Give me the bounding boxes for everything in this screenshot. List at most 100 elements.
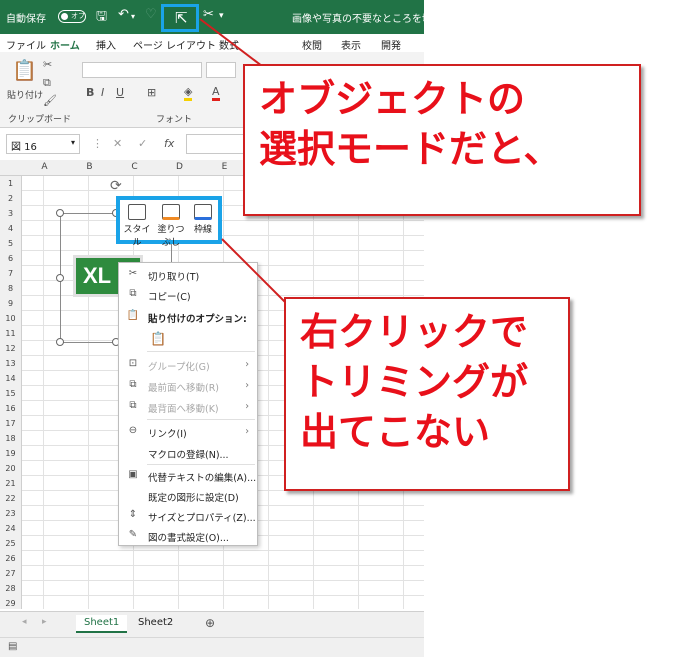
font-group-label: フォント [156, 115, 193, 125]
menu-item-size-properties[interactable]: ⇕ サイズとプロパティ(Z)... [119, 506, 257, 526]
row-header[interactable]: 23 [0, 509, 21, 518]
menu-item-set-default[interactable]: 既定の図形に設定(D) [119, 486, 257, 506]
paste-button-label[interactable]: 貼り付け [7, 88, 43, 101]
italic-icon[interactable]: I [101, 86, 104, 99]
name-box[interactable]: 図 16 ▾ [6, 134, 80, 154]
menu-item-link[interactable]: ⊖ リンク(I) › [119, 422, 257, 442]
resize-handle[interactable] [56, 338, 64, 346]
fill-button[interactable]: 塗りつ ぶし [156, 204, 186, 248]
row-header[interactable]: 6 [0, 254, 21, 263]
undo-dropdown-icon[interactable]: ▾ [131, 12, 135, 21]
column-header[interactable]: C [112, 162, 157, 172]
scroll-left-icon[interactable]: ◂ [22, 617, 27, 627]
ribbon-tabs: ファイル ホーム 挿入 ページ レイアウト 数式 校閲 表示 開発 [0, 34, 424, 55]
menu-separator [147, 464, 255, 465]
column-header[interactable]: B [67, 162, 112, 172]
row-header[interactable]: 29 [0, 599, 21, 608]
undo-icon[interactable]: ↶ [118, 7, 129, 22]
scroll-right-icon[interactable]: ▸ [42, 617, 47, 627]
row-header[interactable]: 14 [0, 374, 21, 383]
sheet-tab[interactable]: Sheet2 [130, 615, 181, 633]
paste-option-button[interactable]: 📋 [119, 329, 257, 349]
tab-insert[interactable]: 挿入 [96, 37, 116, 52]
row-header[interactable]: 12 [0, 344, 21, 353]
menu-item-assign-macro[interactable]: マクロの登録(N)... [119, 443, 257, 463]
link-icon: ⊖ [128, 425, 138, 436]
select-objects-button[interactable]: ⇱ [161, 4, 199, 32]
row-header[interactable]: 7 [0, 269, 21, 278]
row-header[interactable]: 16 [0, 404, 21, 413]
qat-customize-icon[interactable]: ▾ [219, 11, 224, 21]
row-header[interactable]: 19 [0, 449, 21, 458]
row-header[interactable]: 2 [0, 194, 21, 203]
menu-separator [147, 351, 255, 352]
font-name-box[interactable] [82, 62, 202, 78]
row-header[interactable]: 3 [0, 209, 21, 218]
row-header[interactable]: 11 [0, 329, 21, 338]
menu-item-alt-text[interactable]: ▣ 代替テキストの編集(A)... [119, 466, 257, 486]
resize-handle[interactable] [56, 209, 64, 217]
borders-icon[interactable]: ⊞ [147, 86, 156, 99]
save-icon[interactable]: 🖫 [96, 7, 107, 29]
row-header[interactable]: 15 [0, 389, 21, 398]
bring-forward-icon: ⧉ [129, 379, 137, 390]
sheet-tab[interactable]: Sheet1 [76, 615, 128, 633]
cut-icon[interactable]: ✂ [43, 58, 52, 71]
tab-developer[interactable]: 開発 [381, 37, 401, 52]
copy-icon: ⧉ [129, 288, 137, 299]
copy-icon[interactable]: ⧉ [43, 76, 51, 90]
column-header[interactable]: E [202, 162, 247, 172]
menu-item-format-picture[interactable]: ✎ 図の書式設定(O)... [119, 526, 257, 546]
row-header[interactable]: 9 [0, 299, 21, 308]
row-header[interactable]: 22 [0, 494, 21, 503]
menu-item-copy[interactable]: ⧉ コピー(C) [119, 285, 257, 305]
font-color-icon[interactable]: A [212, 85, 220, 101]
crop-tool-icon[interactable]: ✂ [203, 7, 214, 22]
menu-item-cut[interactable]: ✂ 切り取り(T) [119, 265, 257, 285]
row-header[interactable]: 21 [0, 479, 21, 488]
row-header[interactable]: 1 [0, 179, 21, 188]
column-header[interactable]: A [22, 162, 67, 172]
row-header[interactable]: 18 [0, 434, 21, 443]
tab-formulas[interactable]: 数式 [219, 37, 239, 52]
row-header[interactable]: 20 [0, 464, 21, 473]
row-header[interactable]: 8 [0, 284, 21, 293]
resize-handle[interactable] [56, 274, 64, 282]
row-header[interactable]: 17 [0, 419, 21, 428]
row-header[interactable]: 13 [0, 359, 21, 368]
paste-icon[interactable]: 📋 [12, 58, 37, 82]
callout-text: 選択モードだと、 [259, 127, 562, 171]
insert-function-icon[interactable]: fx [164, 137, 174, 150]
tab-file[interactable]: ファイル [6, 37, 46, 52]
rotate-handle-icon[interactable]: ⟳ [110, 178, 122, 194]
row-header[interactable]: 5 [0, 239, 21, 248]
autosave-toggle[interactable]: オフ [58, 10, 86, 23]
autosave-label: 自動保存 [6, 14, 46, 25]
outline-button[interactable]: 枠線 [188, 204, 218, 235]
tab-page-layout[interactable]: ページ レイアウト [133, 37, 216, 52]
style-button[interactable]: スタイル [122, 204, 152, 248]
row-header[interactable]: 4 [0, 224, 21, 233]
shape-style-icon [128, 204, 146, 220]
row-header[interactable]: 28 [0, 584, 21, 593]
column-header[interactable]: D [157, 162, 202, 172]
row-header[interactable]: 10 [0, 314, 21, 323]
add-sheet-icon[interactable]: ⊕ [205, 616, 215, 630]
callout-object-select-mode: オブジェクトの 選択モードだと、 [243, 64, 641, 216]
font-size-box[interactable] [206, 62, 236, 78]
row-header[interactable]: 25 [0, 539, 21, 548]
enter-icon[interactable]: ✓ [138, 137, 147, 150]
format-painter-icon[interactable]: 🖌 [43, 94, 57, 107]
row-header[interactable]: 24 [0, 524, 21, 533]
menu-item-paste-options: 📋 貼り付けのオプション: [126, 310, 247, 325]
underline-icon[interactable]: U [116, 86, 124, 99]
macro-record-icon[interactable]: ▤ [8, 641, 17, 652]
fill-color-icon[interactable]: ◈ [184, 85, 193, 101]
bold-icon[interactable]: B [86, 86, 94, 99]
row-header[interactable]: 26 [0, 554, 21, 563]
cancel-icon[interactable]: ✕ [113, 137, 122, 150]
callout-no-trimming: 右クリックで トリミングが 出てこない [284, 297, 570, 491]
tab-view[interactable]: 表示 [341, 37, 361, 52]
row-header[interactable]: 27 [0, 569, 21, 578]
tab-review[interactable]: 校閲 [302, 37, 322, 52]
